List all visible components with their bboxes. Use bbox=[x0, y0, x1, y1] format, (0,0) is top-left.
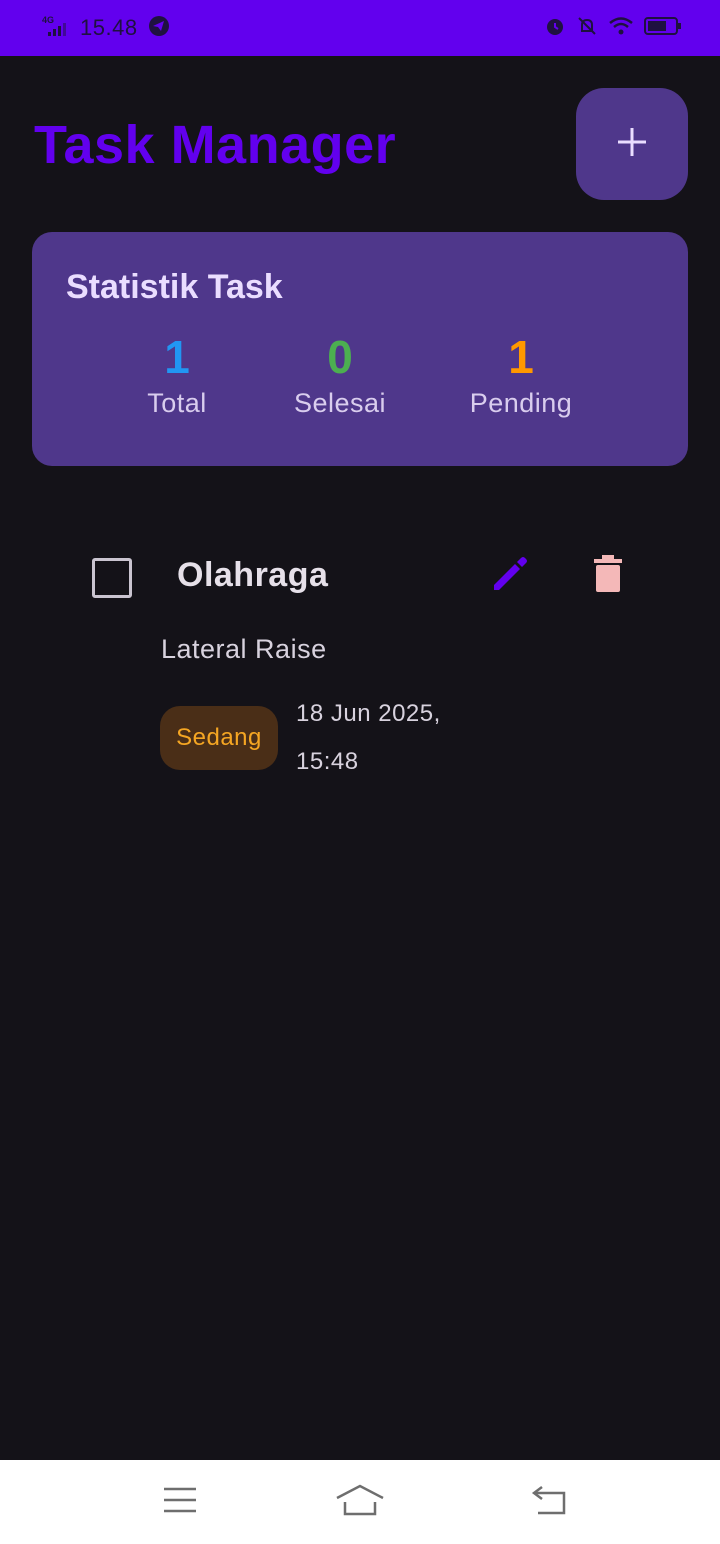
task-date-line2: 15:48 bbox=[296, 748, 359, 775]
stat-total-value: 1 bbox=[164, 331, 190, 383]
stat-pending: 1 Pending bbox=[441, 330, 601, 419]
navigation-bar bbox=[0, 1460, 720, 1544]
signal-icon: 4G bbox=[40, 14, 70, 43]
menu-icon bbox=[162, 1485, 198, 1520]
task-date: 18 Jun 2025, 15:48 bbox=[296, 690, 496, 786]
edit-task-button[interactable] bbox=[486, 552, 534, 600]
home-icon bbox=[335, 1482, 385, 1523]
task-checkbox[interactable] bbox=[92, 558, 132, 598]
status-right bbox=[544, 0, 682, 56]
trash-icon bbox=[592, 554, 624, 599]
stat-pending-value: 1 bbox=[508, 331, 534, 383]
svg-text:4G: 4G bbox=[42, 15, 54, 25]
stat-total: 1 Total bbox=[97, 330, 257, 419]
battery-icon bbox=[644, 15, 682, 42]
alarm-icon bbox=[544, 15, 566, 42]
task-item[interactable]: Olahraga Lateral Raise Sedang 18 Jun 202… bbox=[60, 524, 660, 804]
bell-off-icon bbox=[576, 15, 598, 42]
stat-pending-label: Pending bbox=[469, 388, 573, 418]
stat-total-label: Total bbox=[147, 388, 207, 418]
priority-badge: Sedang bbox=[160, 706, 278, 770]
app-content: Task Manager Statistik Task 1 Total 0 Se… bbox=[0, 56, 720, 1460]
stats-card: Statistik Task 1 Total 0 Selesai 1 Pendi… bbox=[32, 232, 688, 466]
stat-completed: 0 Selesai bbox=[260, 330, 420, 419]
add-task-button[interactable] bbox=[576, 88, 688, 200]
wifi-icon bbox=[608, 15, 634, 42]
telegram-icon bbox=[148, 15, 170, 42]
delete-task-button[interactable] bbox=[584, 552, 632, 600]
back-button[interactable] bbox=[520, 1476, 580, 1528]
task-date-line1: 18 Jun 2025, bbox=[296, 700, 441, 727]
status-time: 15.48 bbox=[80, 15, 138, 40]
stat-completed-value: 0 bbox=[327, 331, 353, 383]
back-icon bbox=[530, 1483, 570, 1522]
pencil-icon bbox=[490, 554, 530, 599]
home-button[interactable] bbox=[330, 1476, 390, 1528]
status-bar: 4G 15.48 bbox=[0, 0, 720, 56]
page-title: Task Manager bbox=[34, 115, 397, 175]
task-description: Lateral Raise bbox=[161, 634, 327, 664]
stats-title: Statistik Task bbox=[66, 268, 283, 306]
plus-icon bbox=[615, 125, 649, 164]
status-left: 4G 15.48 bbox=[40, 0, 170, 56]
task-title: Olahraga bbox=[177, 556, 329, 594]
stat-completed-label: Selesai bbox=[293, 388, 387, 418]
recent-apps-button[interactable] bbox=[150, 1476, 210, 1528]
